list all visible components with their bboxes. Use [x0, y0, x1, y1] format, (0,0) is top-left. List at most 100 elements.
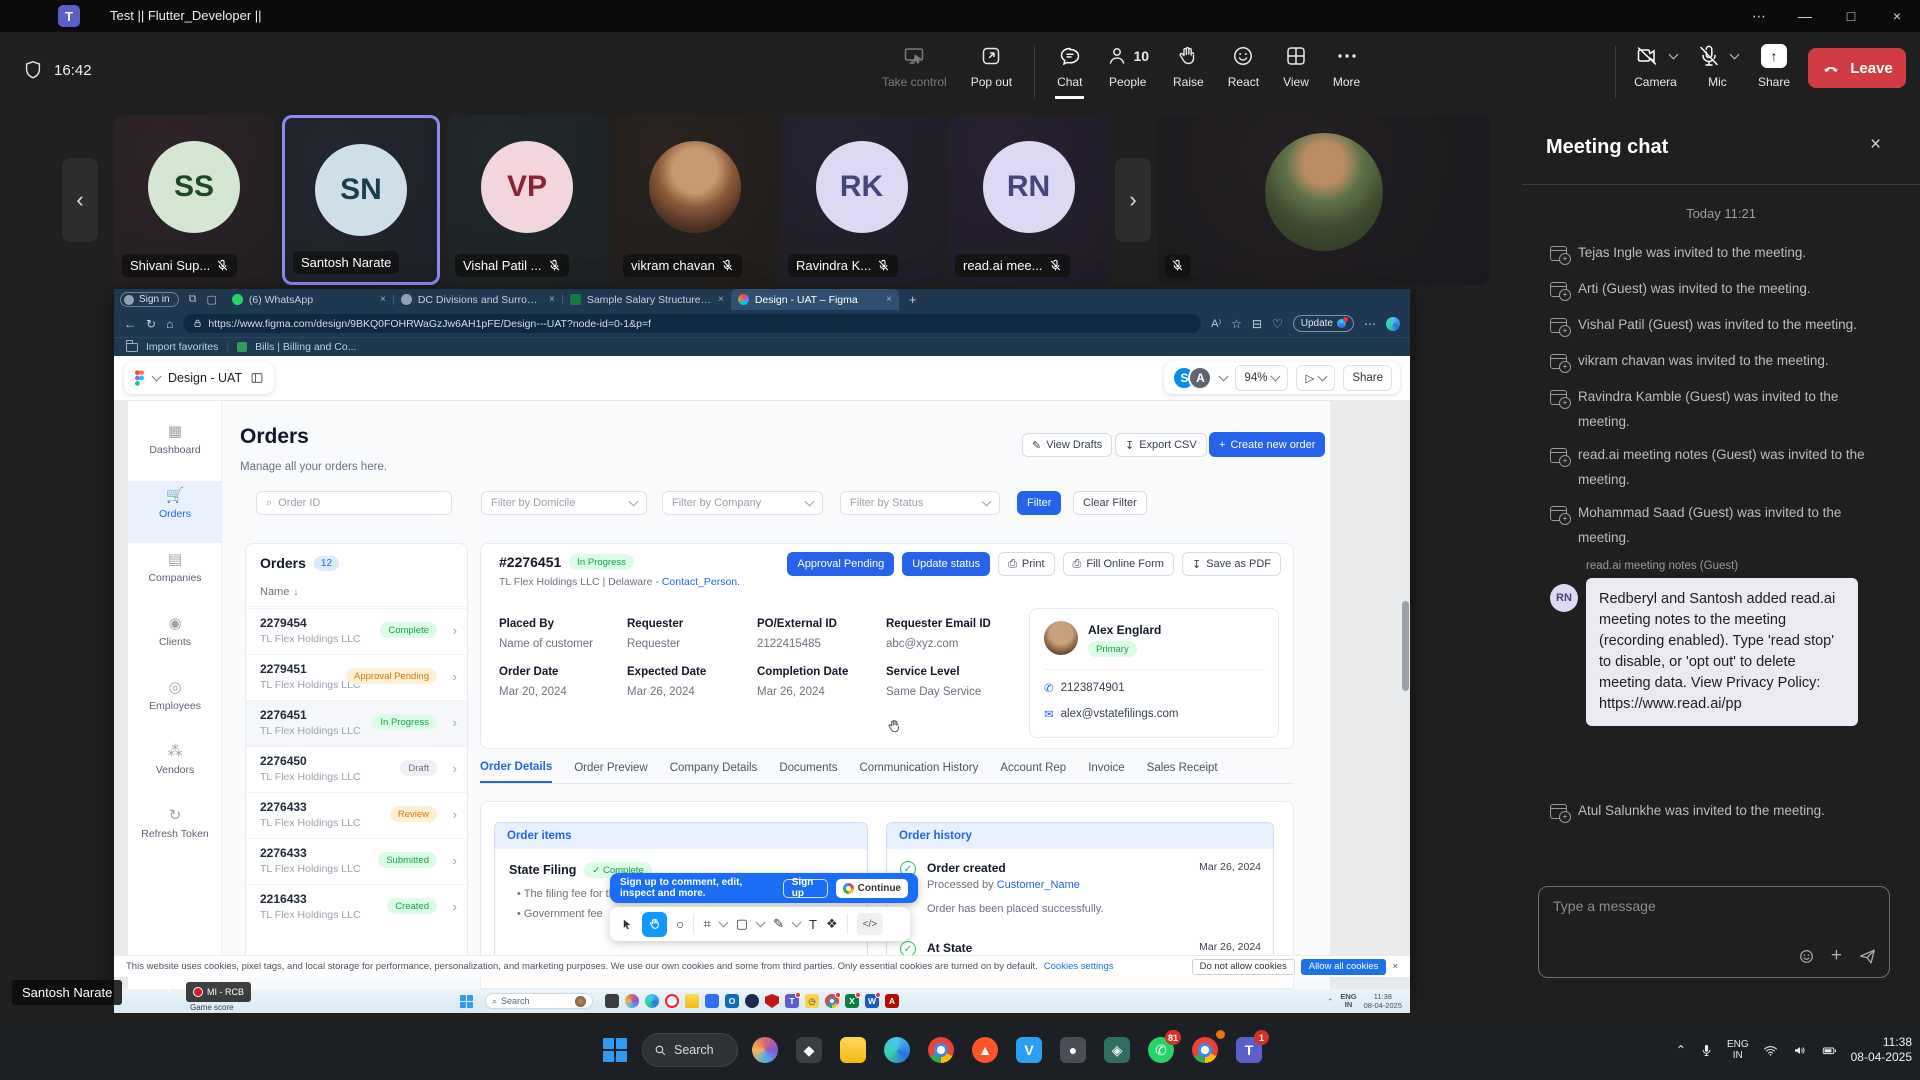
tab-documents[interactable]: Documents — [779, 762, 837, 782]
close-tab-icon[interactable]: × — [886, 294, 892, 305]
new-tab-button[interactable]: + — [909, 292, 917, 307]
tab-actions-icon[interactable]: ▢ — [206, 293, 216, 306]
window-close-button[interactable]: × — [1874, 0, 1920, 32]
workspaces-icon[interactable]: ⧉ — [189, 293, 197, 306]
browser-tab-dc-divisions[interactable]: DC Divisions and Surroundings × — [394, 289, 562, 310]
favorites-star-icon[interactable]: ☆ — [1231, 317, 1242, 331]
window-maximize-button[interactable]: □ — [1828, 0, 1874, 32]
move-tool-icon[interactable] — [620, 917, 633, 932]
close-tab-icon[interactable]: × — [380, 294, 386, 305]
dev-mode-toggle[interactable]: </> — [857, 913, 883, 935]
tray-mic-icon[interactable] — [1699, 1043, 1714, 1058]
pop-out-button[interactable]: Pop out — [969, 38, 1014, 99]
read-aloud-icon[interactable]: A⁾ — [1211, 317, 1221, 330]
game-score-widget[interactable]: MI - RCB — [186, 982, 251, 1002]
cookie-settings-link[interactable]: Cookies settings — [1044, 961, 1114, 972]
export-csv-button[interactable]: ↧Export CSV — [1115, 433, 1207, 457]
mic-button[interactable]: Mic — [1695, 38, 1740, 99]
participant-tile-large[interactable] — [1157, 115, 1490, 285]
order-row[interactable]: 2276433TL Flex Holdings LLC Submitted› — [246, 838, 467, 884]
sidebar-item-refresh-token[interactable]: ↻Refresh Token — [128, 809, 222, 840]
brave-icon[interactable]: ▲ — [968, 1033, 1002, 1067]
contact-phone[interactable]: 2123874901 — [1061, 682, 1125, 694]
view-drafts-button[interactable]: ✎View Drafts — [1022, 433, 1112, 457]
battery-icon[interactable] — [1821, 1043, 1838, 1058]
participant-tile[interactable]: VP Vishal Patil ... — [447, 115, 607, 285]
present-button[interactable]: ▷ — [1296, 365, 1335, 391]
sidebar-item-dashboard[interactable]: ▦Dashboard — [128, 425, 222, 456]
presenter-add-button[interactable]: + — [164, 982, 180, 998]
home-icon[interactable]: ⌂ — [166, 317, 173, 331]
bookmark-import[interactable]: Import favorites — [146, 341, 218, 353]
participant-tile[interactable]: RN read.ai mee... — [947, 115, 1110, 285]
close-cookie-icon[interactable]: × — [1392, 961, 1398, 972]
google-continue-button[interactable]: Continue — [836, 879, 908, 898]
close-tab-icon[interactable]: × — [718, 294, 724, 305]
volume-icon[interactable] — [1792, 1043, 1808, 1058]
mic-options-chevron[interactable] — [1730, 50, 1740, 60]
url-field[interactable]: https://www.figma.com/design/9BKQ0FOHRWa… — [183, 314, 1201, 333]
comment-tool-icon[interactable]: ○ — [676, 916, 684, 932]
collections-icon[interactable]: ⊟ — [1252, 317, 1262, 331]
browser-scrollbar[interactable] — [1402, 601, 1409, 691]
order-row[interactable]: 2276450TL Flex Holdings LLC Draft› — [246, 746, 467, 792]
refresh-icon[interactable]: ↻ — [146, 317, 156, 331]
send-icon[interactable] — [1858, 947, 1877, 966]
filter-domicile-select[interactable]: Filter by Domicile — [481, 491, 647, 515]
participant-tile[interactable]: vikram chavan — [615, 115, 775, 285]
order-row[interactable]: 2279454TL Flex Holdings LLC Complete› — [246, 608, 467, 654]
chrome-icon[interactable] — [924, 1033, 958, 1067]
sidebar-item-clients[interactable]: ◉Clients — [128, 617, 222, 648]
clear-filter-button[interactable]: Clear Filter — [1073, 491, 1147, 515]
order-row[interactable]: 2216433TL Flex Holdings LLC Created› — [246, 884, 467, 930]
browser-profile-button[interactable]: Sign in — [120, 292, 179, 307]
copilot-icon[interactable] — [748, 1033, 782, 1067]
tray-chevron-icon[interactable]: ⌃ — [1676, 1043, 1686, 1057]
sidebar-item-vendors[interactable]: ⁂Vendors — [128, 745, 222, 776]
component-tool-icon[interactable]: ❖ — [826, 916, 838, 932]
sidebar-item-companies[interactable]: ▤Companies — [128, 553, 222, 584]
share-button[interactable]: ↑ Share — [1756, 38, 1792, 99]
app-icon[interactable]: ◈ — [1100, 1033, 1134, 1067]
file-explorer-icon[interactable] — [836, 1033, 870, 1067]
vscode-icon[interactable]: V — [1012, 1033, 1046, 1067]
figma-share-button[interactable]: Share — [1343, 365, 1392, 391]
participant-tile[interactable]: RK Ravindra K... — [780, 115, 943, 285]
emoji-icon[interactable] — [1798, 948, 1815, 965]
attach-plus-icon[interactable]: + — [1831, 945, 1842, 967]
scroll-left-button[interactable]: ‹ — [62, 158, 98, 242]
print-button[interactable]: ⎙Print — [998, 552, 1054, 576]
browser-tab-figma-active[interactable]: Design - UAT – Figma × — [731, 289, 899, 310]
teams-icon[interactable]: T 1 — [1232, 1033, 1266, 1067]
browser-update-button[interactable]: Update — [1293, 315, 1354, 332]
collaborators-chevron[interactable] — [1219, 372, 1229, 382]
filter-company-select[interactable]: Filter by Company — [662, 491, 823, 515]
contact-person-link[interactable]: Contact_Person. — [662, 576, 740, 588]
order-row[interactable]: 2279451TL Flex Holdings LLC Approval Pen… — [246, 654, 467, 700]
approval-pending-button[interactable]: Approval Pending — [787, 552, 894, 576]
browser-tab-excel[interactable]: Sample Salary Structure with calc × — [563, 289, 731, 310]
window-minimize-button[interactable]: — — [1782, 0, 1828, 32]
contact-email[interactable]: alex@vstatefilings.com — [1061, 708, 1179, 720]
pen-tool-icon[interactable]: ✎ — [773, 916, 784, 932]
tab-sales-receipt[interactable]: Sales Receipt — [1147, 762, 1218, 782]
allow-cookies-button[interactable]: Allow all cookies — [1301, 959, 1387, 975]
create-new-order-button[interactable]: +Create new order — [1209, 432, 1325, 457]
tab-invoice[interactable]: Invoice — [1088, 762, 1124, 782]
tab-account-rep[interactable]: Account Rep — [1000, 762, 1066, 782]
whatsapp-icon[interactable]: ✆ 81 — [1144, 1033, 1178, 1067]
more-button[interactable]: More — [1331, 38, 1362, 99]
back-icon[interactable]: ← — [124, 317, 136, 331]
order-row[interactable]: 2276433TL Flex Holdings LLC Review› — [246, 792, 467, 838]
chat-input[interactable]: Type a message + — [1538, 886, 1890, 978]
leave-button[interactable]: Leave — [1808, 48, 1906, 88]
text-tool-icon[interactable]: T — [809, 917, 817, 932]
hand-tool-icon-active[interactable] — [642, 912, 667, 937]
camera-options-chevron[interactable] — [1669, 50, 1679, 60]
sign-up-button[interactable]: Sign up — [783, 879, 828, 898]
order-id-search-input[interactable]: ⌕Order ID — [256, 491, 452, 515]
bookmark-bills[interactable]: Bills | Billing and Co... — [255, 341, 356, 353]
app-icon[interactable]: ◆ — [792, 1033, 826, 1067]
filter-status-select[interactable]: Filter by Status — [840, 491, 1000, 515]
participant-tile[interactable]: SS Shivani Sup... — [114, 115, 274, 285]
